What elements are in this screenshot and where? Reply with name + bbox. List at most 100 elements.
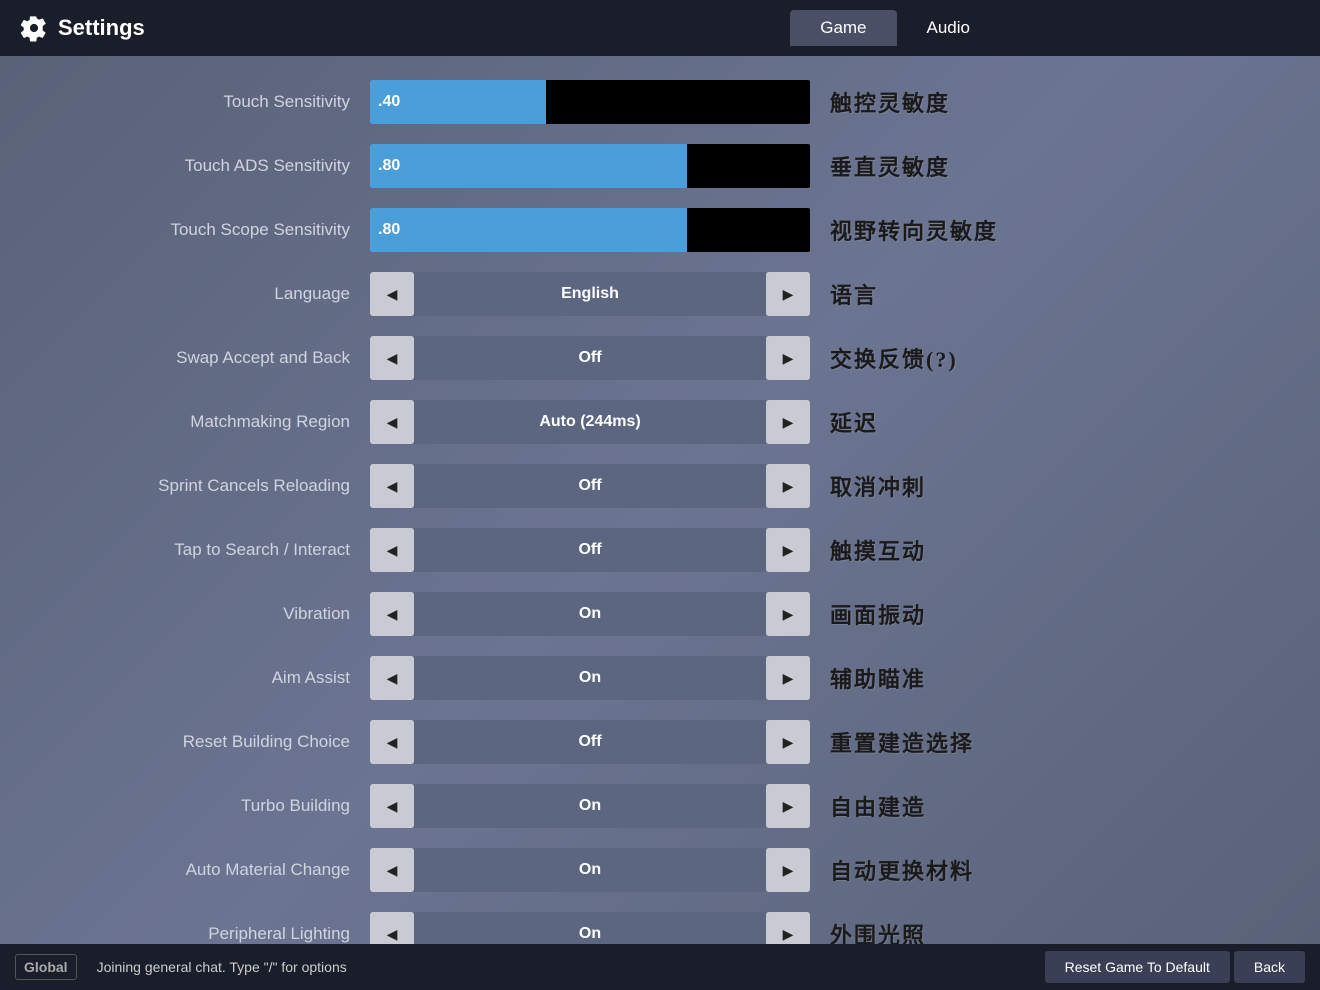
setting-control-touch-ads-sensitivity: .80 bbox=[370, 144, 810, 188]
setting-control-touch-sensitivity: .40 bbox=[370, 80, 810, 124]
setting-row-auto-material-change: Auto Material Change◀On▶自动更换材料 bbox=[30, 839, 1290, 901]
footer-global-label: Global bbox=[15, 954, 77, 980]
chinese-note-touch-ads-sensitivity: 垂直灵敏度 bbox=[830, 150, 950, 182]
arrow-right-matchmaking-region[interactable]: ▶ bbox=[766, 400, 810, 444]
setting-label-tap-to-search: Tap to Search / Interact bbox=[30, 540, 370, 560]
arrow-right-auto-material-change[interactable]: ▶ bbox=[766, 848, 810, 892]
setting-row-touch-ads-sensitivity: Touch ADS Sensitivity.80 垂直灵敏度 bbox=[30, 135, 1290, 197]
setting-row-matchmaking-region: Matchmaking Region◀Auto (244ms)▶ 延迟 bbox=[30, 391, 1290, 453]
arrow-left-turbo-building[interactable]: ◀ bbox=[370, 784, 414, 828]
slider-touch-sensitivity[interactable]: .40 bbox=[370, 80, 810, 124]
chinese-note-sprint-cancels-reloading: 取消冲刺 bbox=[830, 470, 926, 502]
setting-row-swap-accept-back: Swap Accept and Back◀Off▶交换反馈(?) bbox=[30, 327, 1290, 389]
setting-row-turbo-building: Turbo Building◀On▶ 自由建造 bbox=[30, 775, 1290, 837]
slider-touch-ads-sensitivity[interactable]: .80 bbox=[370, 144, 810, 188]
arrow-right-sprint-cancels-reloading[interactable]: ▶ bbox=[766, 464, 810, 508]
arrow-control-swap-accept-back: ◀Off▶ bbox=[370, 336, 810, 380]
arrow-left-language[interactable]: ◀ bbox=[370, 272, 414, 316]
arrow-value-vibration: On bbox=[414, 592, 766, 636]
arrow-value-swap-accept-back: Off bbox=[414, 336, 766, 380]
setting-row-reset-building-choice: Reset Building Choice◀Off▶ 重置建造选择 bbox=[30, 711, 1290, 773]
setting-label-language: Language bbox=[30, 284, 370, 304]
arrow-value-turbo-building: On bbox=[414, 784, 766, 828]
arrow-control-vibration: ◀On▶ bbox=[370, 592, 810, 636]
setting-control-vibration: ◀On▶ bbox=[370, 592, 810, 636]
setting-row-touch-scope-sensitivity: Touch Scope Sensitivity.80 视野转向灵敏度 bbox=[30, 199, 1290, 261]
arrow-right-language[interactable]: ▶ bbox=[766, 272, 810, 316]
setting-control-tap-to-search: ◀Off▶ bbox=[370, 528, 810, 572]
setting-control-matchmaking-region: ◀Auto (244ms)▶ bbox=[370, 400, 810, 444]
setting-control-aim-assist: ◀On▶ bbox=[370, 656, 810, 700]
footer-chat-text: Joining general chat. Type "/" for optio… bbox=[97, 959, 1025, 975]
setting-label-vibration: Vibration bbox=[30, 604, 370, 624]
arrow-right-vibration[interactable]: ▶ bbox=[766, 592, 810, 636]
chinese-note-touch-sensitivity: 触控灵敏度 bbox=[830, 86, 950, 118]
setting-row-touch-sensitivity: Touch Sensitivity.40 触控灵敏度 bbox=[30, 71, 1290, 133]
setting-control-auto-material-change: ◀On▶ bbox=[370, 848, 810, 892]
chinese-note-auto-material-change: 自动更换材料 bbox=[830, 854, 974, 886]
arrow-left-auto-material-change[interactable]: ◀ bbox=[370, 848, 414, 892]
setting-control-touch-scope-sensitivity: .80 bbox=[370, 208, 810, 252]
header-tabs: Game Audio bbox=[790, 10, 1000, 46]
arrow-control-auto-material-change: ◀On▶ bbox=[370, 848, 810, 892]
setting-row-sprint-cancels-reloading: Sprint Cancels Reloading◀Off▶取消冲刺 bbox=[30, 455, 1290, 517]
arrow-control-language: ◀English▶ bbox=[370, 272, 810, 316]
setting-row-vibration: Vibration◀On▶画面振动 bbox=[30, 583, 1290, 645]
arrow-control-matchmaking-region: ◀Auto (244ms)▶ bbox=[370, 400, 810, 444]
chinese-note-matchmaking-region: 延迟 bbox=[830, 406, 878, 438]
settings-container: Touch Sensitivity.40 触控灵敏度 Touch ADS Sensi… bbox=[0, 71, 1320, 954]
arrow-value-auto-material-change: On bbox=[414, 848, 766, 892]
slider-touch-scope-sensitivity[interactable]: .80 bbox=[370, 208, 810, 252]
arrow-control-turbo-building: ◀On▶ bbox=[370, 784, 810, 828]
slider-fill-touch-sensitivity: .40 bbox=[370, 80, 546, 124]
gear-icon bbox=[20, 14, 48, 42]
setting-label-touch-sensitivity: Touch Sensitivity bbox=[30, 92, 370, 112]
arrow-left-sprint-cancels-reloading[interactable]: ◀ bbox=[370, 464, 414, 508]
reset-game-button[interactable]: Reset Game To Default bbox=[1045, 951, 1230, 983]
setting-label-aim-assist: Aim Assist bbox=[30, 668, 370, 688]
footer: Global Joining general chat. Type "/" fo… bbox=[0, 944, 1320, 990]
chinese-note-reset-building-choice: 重置建造选择 bbox=[830, 726, 974, 758]
setting-label-touch-ads-sensitivity: Touch ADS Sensitivity bbox=[30, 156, 370, 176]
arrow-left-tap-to-search[interactable]: ◀ bbox=[370, 528, 414, 572]
arrow-left-reset-building-choice[interactable]: ◀ bbox=[370, 720, 414, 764]
arrow-right-reset-building-choice[interactable]: ▶ bbox=[766, 720, 810, 764]
tab-game[interactable]: Game bbox=[790, 10, 896, 46]
arrow-right-turbo-building[interactable]: ▶ bbox=[766, 784, 810, 828]
setting-control-swap-accept-back: ◀Off▶ bbox=[370, 336, 810, 380]
setting-label-touch-scope-sensitivity: Touch Scope Sensitivity bbox=[30, 220, 370, 240]
setting-label-reset-building-choice: Reset Building Choice bbox=[30, 732, 370, 752]
arrow-left-matchmaking-region[interactable]: ◀ bbox=[370, 400, 414, 444]
arrow-value-matchmaking-region: Auto (244ms) bbox=[414, 400, 766, 444]
arrow-right-tap-to-search[interactable]: ▶ bbox=[766, 528, 810, 572]
setting-row-language: Language◀English▶语言 bbox=[30, 263, 1290, 325]
setting-label-peripheral-lighting: Peripheral Lighting bbox=[30, 924, 370, 944]
arrow-right-swap-accept-back[interactable]: ▶ bbox=[766, 336, 810, 380]
setting-label-turbo-building: Turbo Building bbox=[30, 796, 370, 816]
main-content: Touch Sensitivity.40 触控灵敏度 Touch ADS Sensi… bbox=[0, 56, 1320, 954]
arrow-left-swap-accept-back[interactable]: ◀ bbox=[370, 336, 414, 380]
arrow-control-aim-assist: ◀On▶ bbox=[370, 656, 810, 700]
slider-fill-touch-ads-sensitivity: .80 bbox=[370, 144, 687, 188]
setting-label-matchmaking-region: Matchmaking Region bbox=[30, 412, 370, 432]
arrow-value-tap-to-search: Off bbox=[414, 528, 766, 572]
arrow-left-vibration[interactable]: ◀ bbox=[370, 592, 414, 636]
arrow-value-aim-assist: On bbox=[414, 656, 766, 700]
setting-control-turbo-building: ◀On▶ bbox=[370, 784, 810, 828]
arrow-value-sprint-cancels-reloading: Off bbox=[414, 464, 766, 508]
setting-control-sprint-cancels-reloading: ◀Off▶ bbox=[370, 464, 810, 508]
tab-audio[interactable]: Audio bbox=[897, 10, 1000, 46]
arrow-left-aim-assist[interactable]: ◀ bbox=[370, 656, 414, 700]
chinese-note-turbo-building: 自由建造 bbox=[830, 790, 926, 822]
chinese-note-swap-accept-back: 交换反馈(?) bbox=[830, 342, 958, 374]
setting-row-tap-to-search: Tap to Search / Interact◀Off▶触摸互动 bbox=[30, 519, 1290, 581]
arrow-control-sprint-cancels-reloading: ◀Off▶ bbox=[370, 464, 810, 508]
arrow-right-aim-assist[interactable]: ▶ bbox=[766, 656, 810, 700]
setting-row-aim-assist: Aim Assist◀On▶辅助瞄准 bbox=[30, 647, 1290, 709]
app-title: Settings bbox=[20, 14, 145, 42]
setting-control-reset-building-choice: ◀Off▶ bbox=[370, 720, 810, 764]
chinese-note-touch-scope-sensitivity: 视野转向灵敏度 bbox=[830, 214, 998, 246]
slider-fill-touch-scope-sensitivity: .80 bbox=[370, 208, 687, 252]
back-button[interactable]: Back bbox=[1234, 951, 1305, 983]
title-text: Settings bbox=[58, 15, 145, 41]
